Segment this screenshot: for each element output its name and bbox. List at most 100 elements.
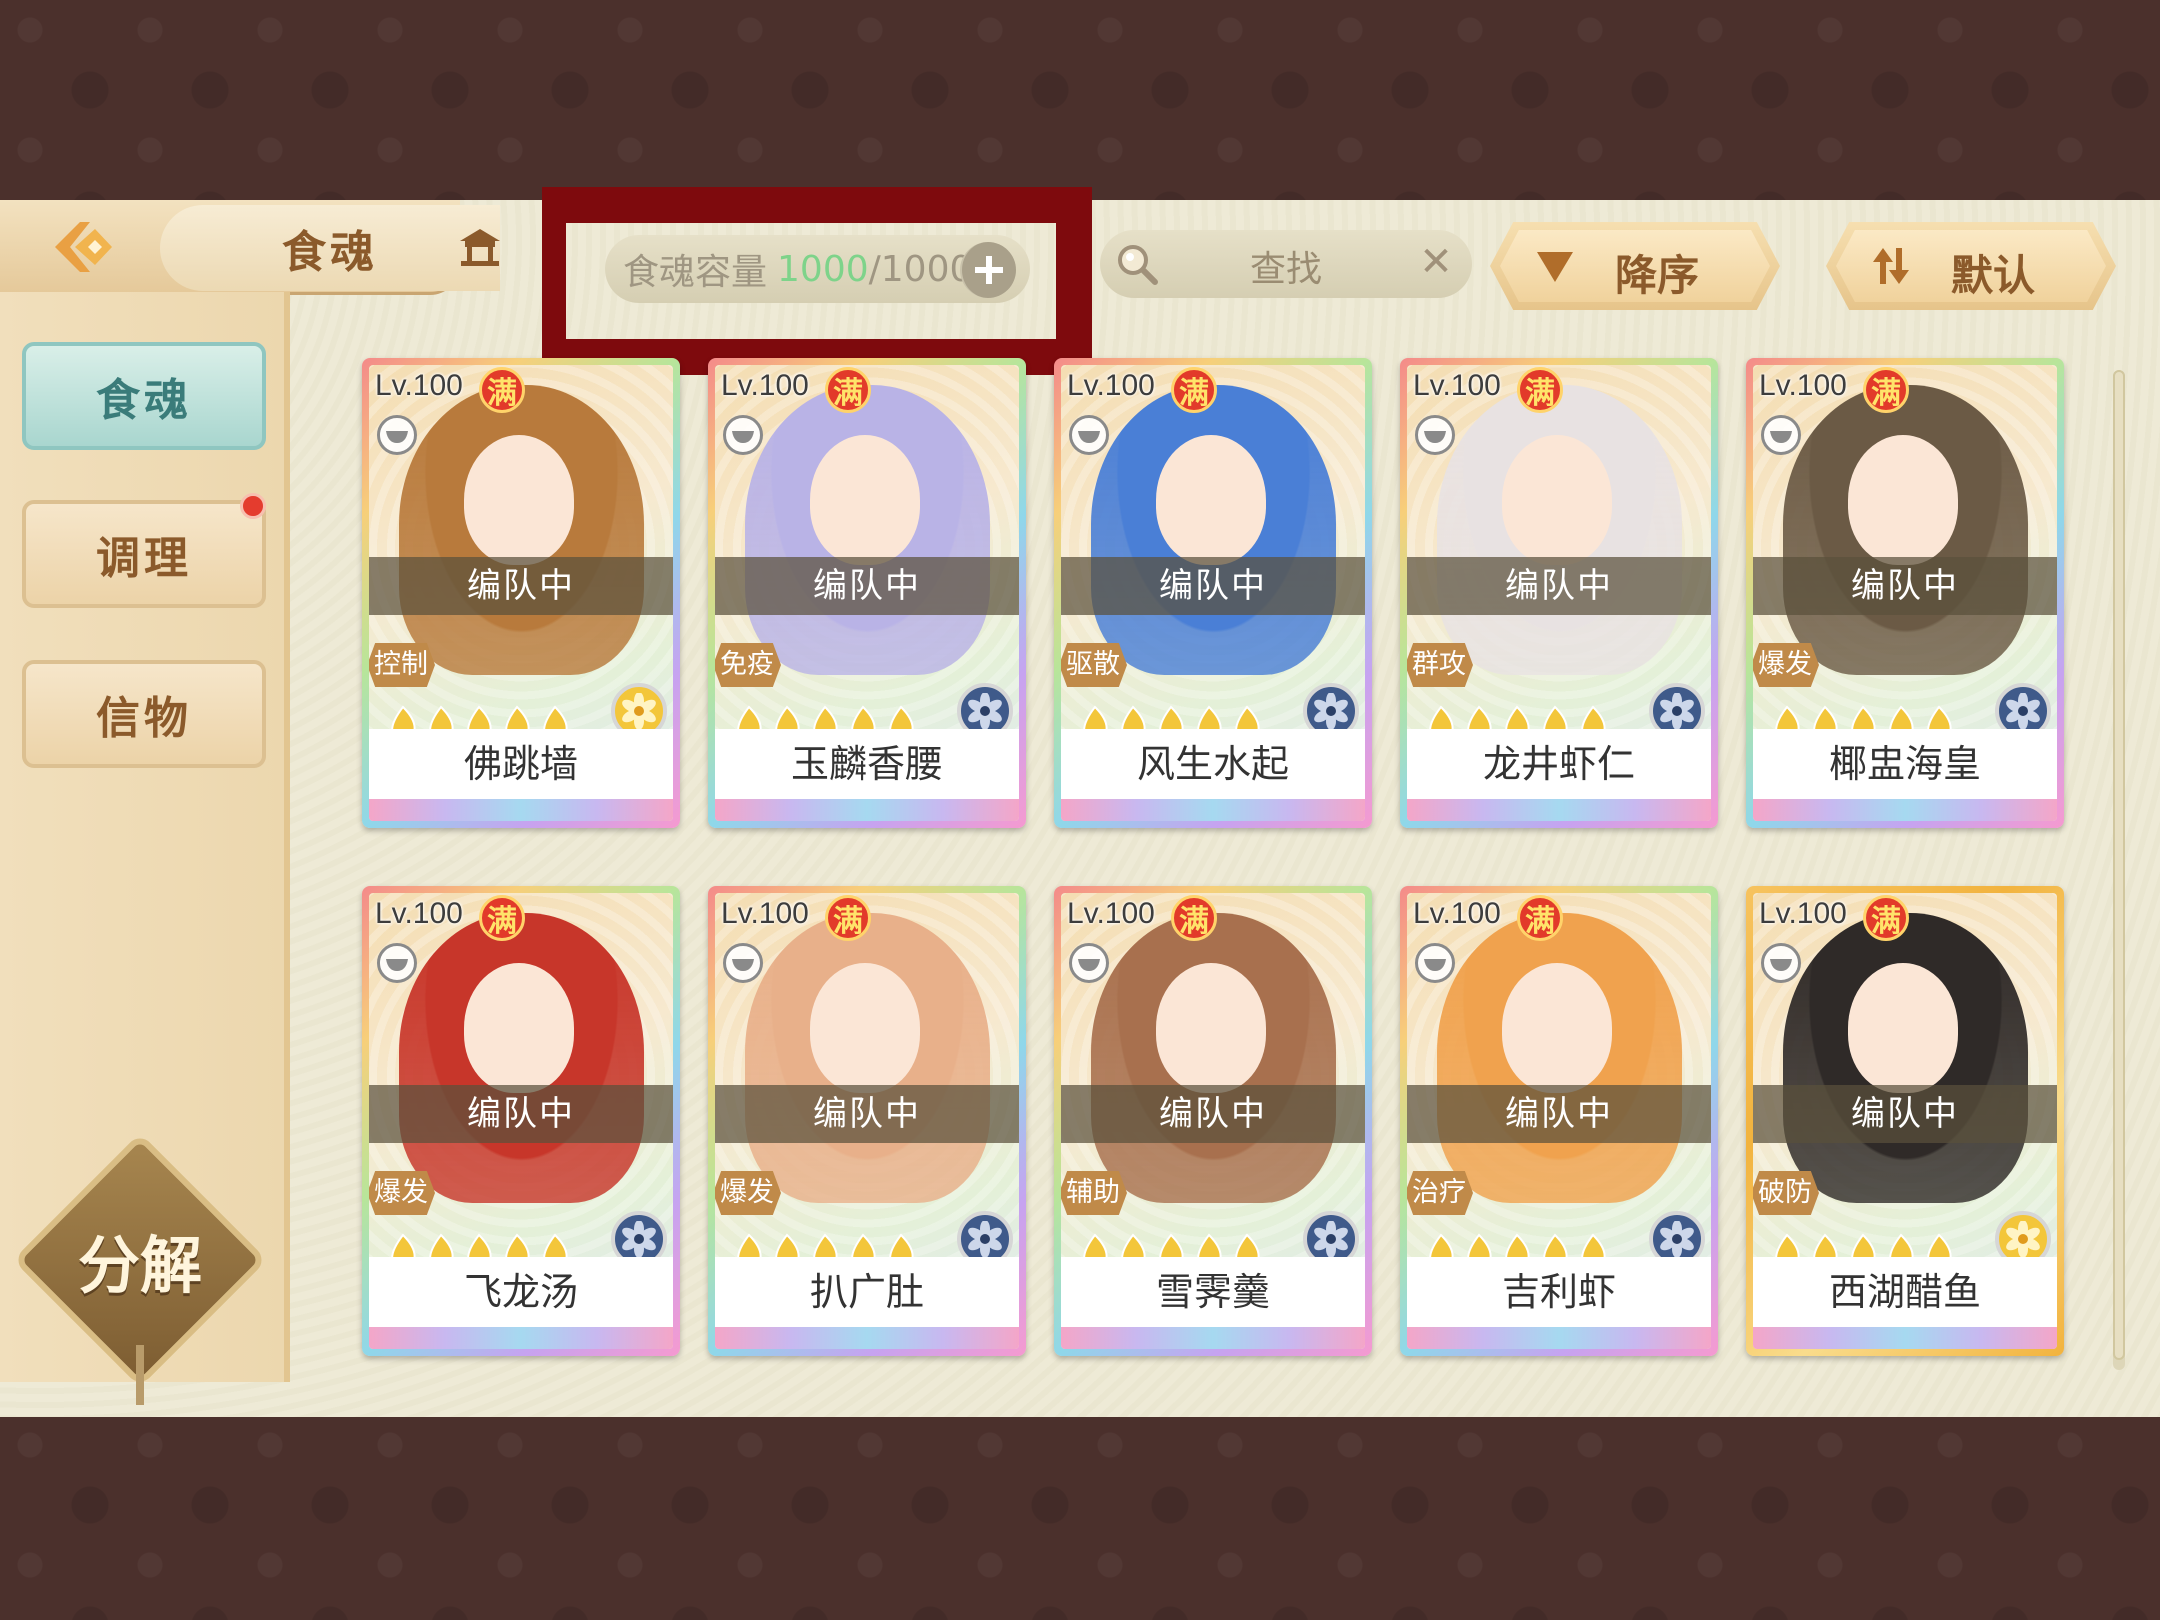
max-level-badge: 满 bbox=[1171, 895, 1217, 941]
card-bottom-strip bbox=[1061, 799, 1365, 821]
sidebar-item-cooking[interactable]: 调理 bbox=[22, 500, 266, 608]
capacity-separator: / bbox=[868, 248, 881, 290]
food-soul-card[interactable]: Lv.100 满 编队中 驱散 风生水起 bbox=[1054, 358, 1372, 828]
sort-mode-label: 默认 bbox=[1951, 251, 2036, 300]
food-soul-card[interactable]: Lv.100 满 编队中 治疗 吉利虾 bbox=[1400, 886, 1718, 1356]
decompose-label: 分解 bbox=[77, 1229, 202, 1302]
in-team-status: 编队中 bbox=[369, 1085, 673, 1143]
card-body: Lv.100 满 编队中 辅助 雪霁羹 bbox=[1061, 893, 1365, 1349]
level-label: Lv.100 bbox=[1413, 369, 1501, 402]
card-name: 西湖醋鱼 bbox=[1753, 1257, 2057, 1327]
role-tag: 免疫 bbox=[715, 643, 781, 687]
max-level-badge: 满 bbox=[1171, 367, 1217, 413]
capacity-label: 食魂容量 bbox=[623, 252, 768, 293]
card-name: 椰盅海皇 bbox=[1753, 729, 2057, 799]
card-bottom-strip bbox=[1407, 1327, 1711, 1349]
max-level-badge: 满 bbox=[1517, 895, 1563, 941]
sort-order-button[interactable]: 降序 bbox=[1490, 222, 1780, 310]
card-bottom-strip bbox=[369, 1327, 673, 1349]
food-soul-card[interactable]: Lv.100 满 编队中 免疫 玉麟香腰 bbox=[708, 358, 1026, 828]
card-bottom-strip bbox=[1407, 799, 1711, 821]
card-name: 飞龙汤 bbox=[369, 1257, 673, 1327]
food-soul-card[interactable]: Lv.100 满 编队中 爆发 飞龙汤 bbox=[362, 886, 680, 1356]
sidebar-item-food-souls[interactable]: 食魂 bbox=[22, 342, 266, 450]
page-title: 食魂 bbox=[160, 205, 500, 291]
sidebar-item-label: 信物 bbox=[96, 693, 192, 744]
food-soul-card[interactable]: Lv.100 满 编队中 群攻 龙井虾仁 bbox=[1400, 358, 1718, 828]
food-soul-card[interactable]: Lv.100 满 编队中 辅助 雪霁羹 bbox=[1054, 886, 1372, 1356]
plus-icon bbox=[975, 256, 1003, 284]
level-label: Lv.100 bbox=[721, 369, 809, 402]
card-name: 扒广肚 bbox=[715, 1257, 1019, 1327]
level-label: Lv.100 bbox=[1067, 369, 1155, 402]
sidebar-item-label: 调理 bbox=[96, 533, 192, 584]
search-input[interactable]: 查找 ✕ bbox=[1100, 230, 1472, 298]
bowl-icon bbox=[723, 415, 763, 455]
card-body: Lv.100 满 编队中 破防 西湖醋鱼 bbox=[1753, 893, 2057, 1349]
in-team-status: 编队中 bbox=[1061, 1085, 1365, 1143]
back-button[interactable] bbox=[40, 212, 130, 282]
scrollbar-thumb[interactable] bbox=[2113, 370, 2125, 1360]
pavilion-icon[interactable] bbox=[455, 225, 505, 269]
card-bottom-strip bbox=[1753, 799, 2057, 821]
in-team-status: 编队中 bbox=[1061, 557, 1365, 615]
level-label: Lv.100 bbox=[375, 369, 463, 402]
character-face bbox=[1502, 963, 1612, 1093]
card-name: 玉麟香腰 bbox=[715, 729, 1019, 799]
notification-dot bbox=[240, 493, 266, 519]
card-bottom-strip bbox=[369, 799, 673, 821]
sidebar-item-tokens[interactable]: 信物 bbox=[22, 660, 266, 768]
level-label: Lv.100 bbox=[375, 897, 463, 930]
food-soul-card[interactable]: Lv.100 满 编队中 爆发 椰盅海皇 bbox=[1746, 358, 2064, 828]
sort-order-label: 降序 bbox=[1615, 251, 1700, 300]
food-soul-card[interactable]: Lv.100 满 编队中 爆发 扒广肚 bbox=[708, 886, 1026, 1356]
role-tag: 群攻 bbox=[1407, 643, 1473, 687]
food-soul-card[interactable]: Lv.100 满 编队中 控制 佛跳墙 bbox=[362, 358, 680, 828]
character-face bbox=[1156, 435, 1266, 565]
bowl-icon bbox=[1415, 415, 1455, 455]
role-tag: 爆发 bbox=[369, 1171, 435, 1215]
max-level-badge: 满 bbox=[1863, 367, 1909, 413]
level-label: Lv.100 bbox=[1759, 369, 1847, 402]
food-soul-card[interactable]: Lv.100 满 编队中 破防 西湖醋鱼 bbox=[1746, 886, 2064, 1356]
role-tag: 爆发 bbox=[715, 1171, 781, 1215]
bowl-icon bbox=[1069, 415, 1109, 455]
max-level-badge: 满 bbox=[1517, 367, 1563, 413]
card-name: 佛跳墙 bbox=[369, 729, 673, 799]
capacity-current: 1000 bbox=[777, 248, 869, 290]
in-team-status: 编队中 bbox=[1753, 557, 2057, 615]
bowl-icon bbox=[1761, 415, 1801, 455]
bowl-icon bbox=[723, 943, 763, 983]
bowl-icon bbox=[377, 415, 417, 455]
in-team-status: 编队中 bbox=[715, 1085, 1019, 1143]
card-body: Lv.100 满 编队中 爆发 扒广肚 bbox=[715, 893, 1019, 1349]
in-team-status: 编队中 bbox=[1407, 557, 1711, 615]
bowl-icon bbox=[1069, 943, 1109, 983]
level-label: Lv.100 bbox=[721, 897, 809, 930]
character-face bbox=[464, 963, 574, 1093]
close-icon[interactable]: ✕ bbox=[1416, 239, 1456, 285]
role-tag: 驱散 bbox=[1061, 643, 1127, 687]
magnifier-icon bbox=[1118, 245, 1158, 285]
triangle-down-icon bbox=[1530, 242, 1580, 290]
sort-mode-button[interactable]: 默认 bbox=[1826, 222, 2116, 310]
bowl-icon bbox=[1761, 943, 1801, 983]
in-team-status: 编队中 bbox=[369, 557, 673, 615]
capacity-max: 1000 bbox=[880, 248, 973, 290]
card-bottom-strip bbox=[715, 799, 1019, 821]
level-label: Lv.100 bbox=[1413, 897, 1501, 930]
bottom-background bbox=[0, 1415, 2160, 1620]
character-face bbox=[810, 963, 920, 1093]
card-name: 龙井虾仁 bbox=[1407, 729, 1711, 799]
card-bottom-strip bbox=[1061, 1327, 1365, 1349]
card-name: 吉利虾 bbox=[1407, 1257, 1711, 1327]
card-bottom-strip bbox=[1753, 1327, 2057, 1349]
role-tag: 治疗 bbox=[1407, 1171, 1473, 1215]
max-level-badge: 满 bbox=[825, 895, 871, 941]
search-placeholder: 查找 bbox=[1250, 249, 1323, 290]
max-level-badge: 满 bbox=[479, 895, 525, 941]
swap-arrows-icon bbox=[1866, 242, 1916, 290]
add-capacity-button[interactable] bbox=[960, 242, 1016, 298]
back-arrow-icon bbox=[55, 222, 112, 272]
character-face bbox=[464, 435, 574, 565]
